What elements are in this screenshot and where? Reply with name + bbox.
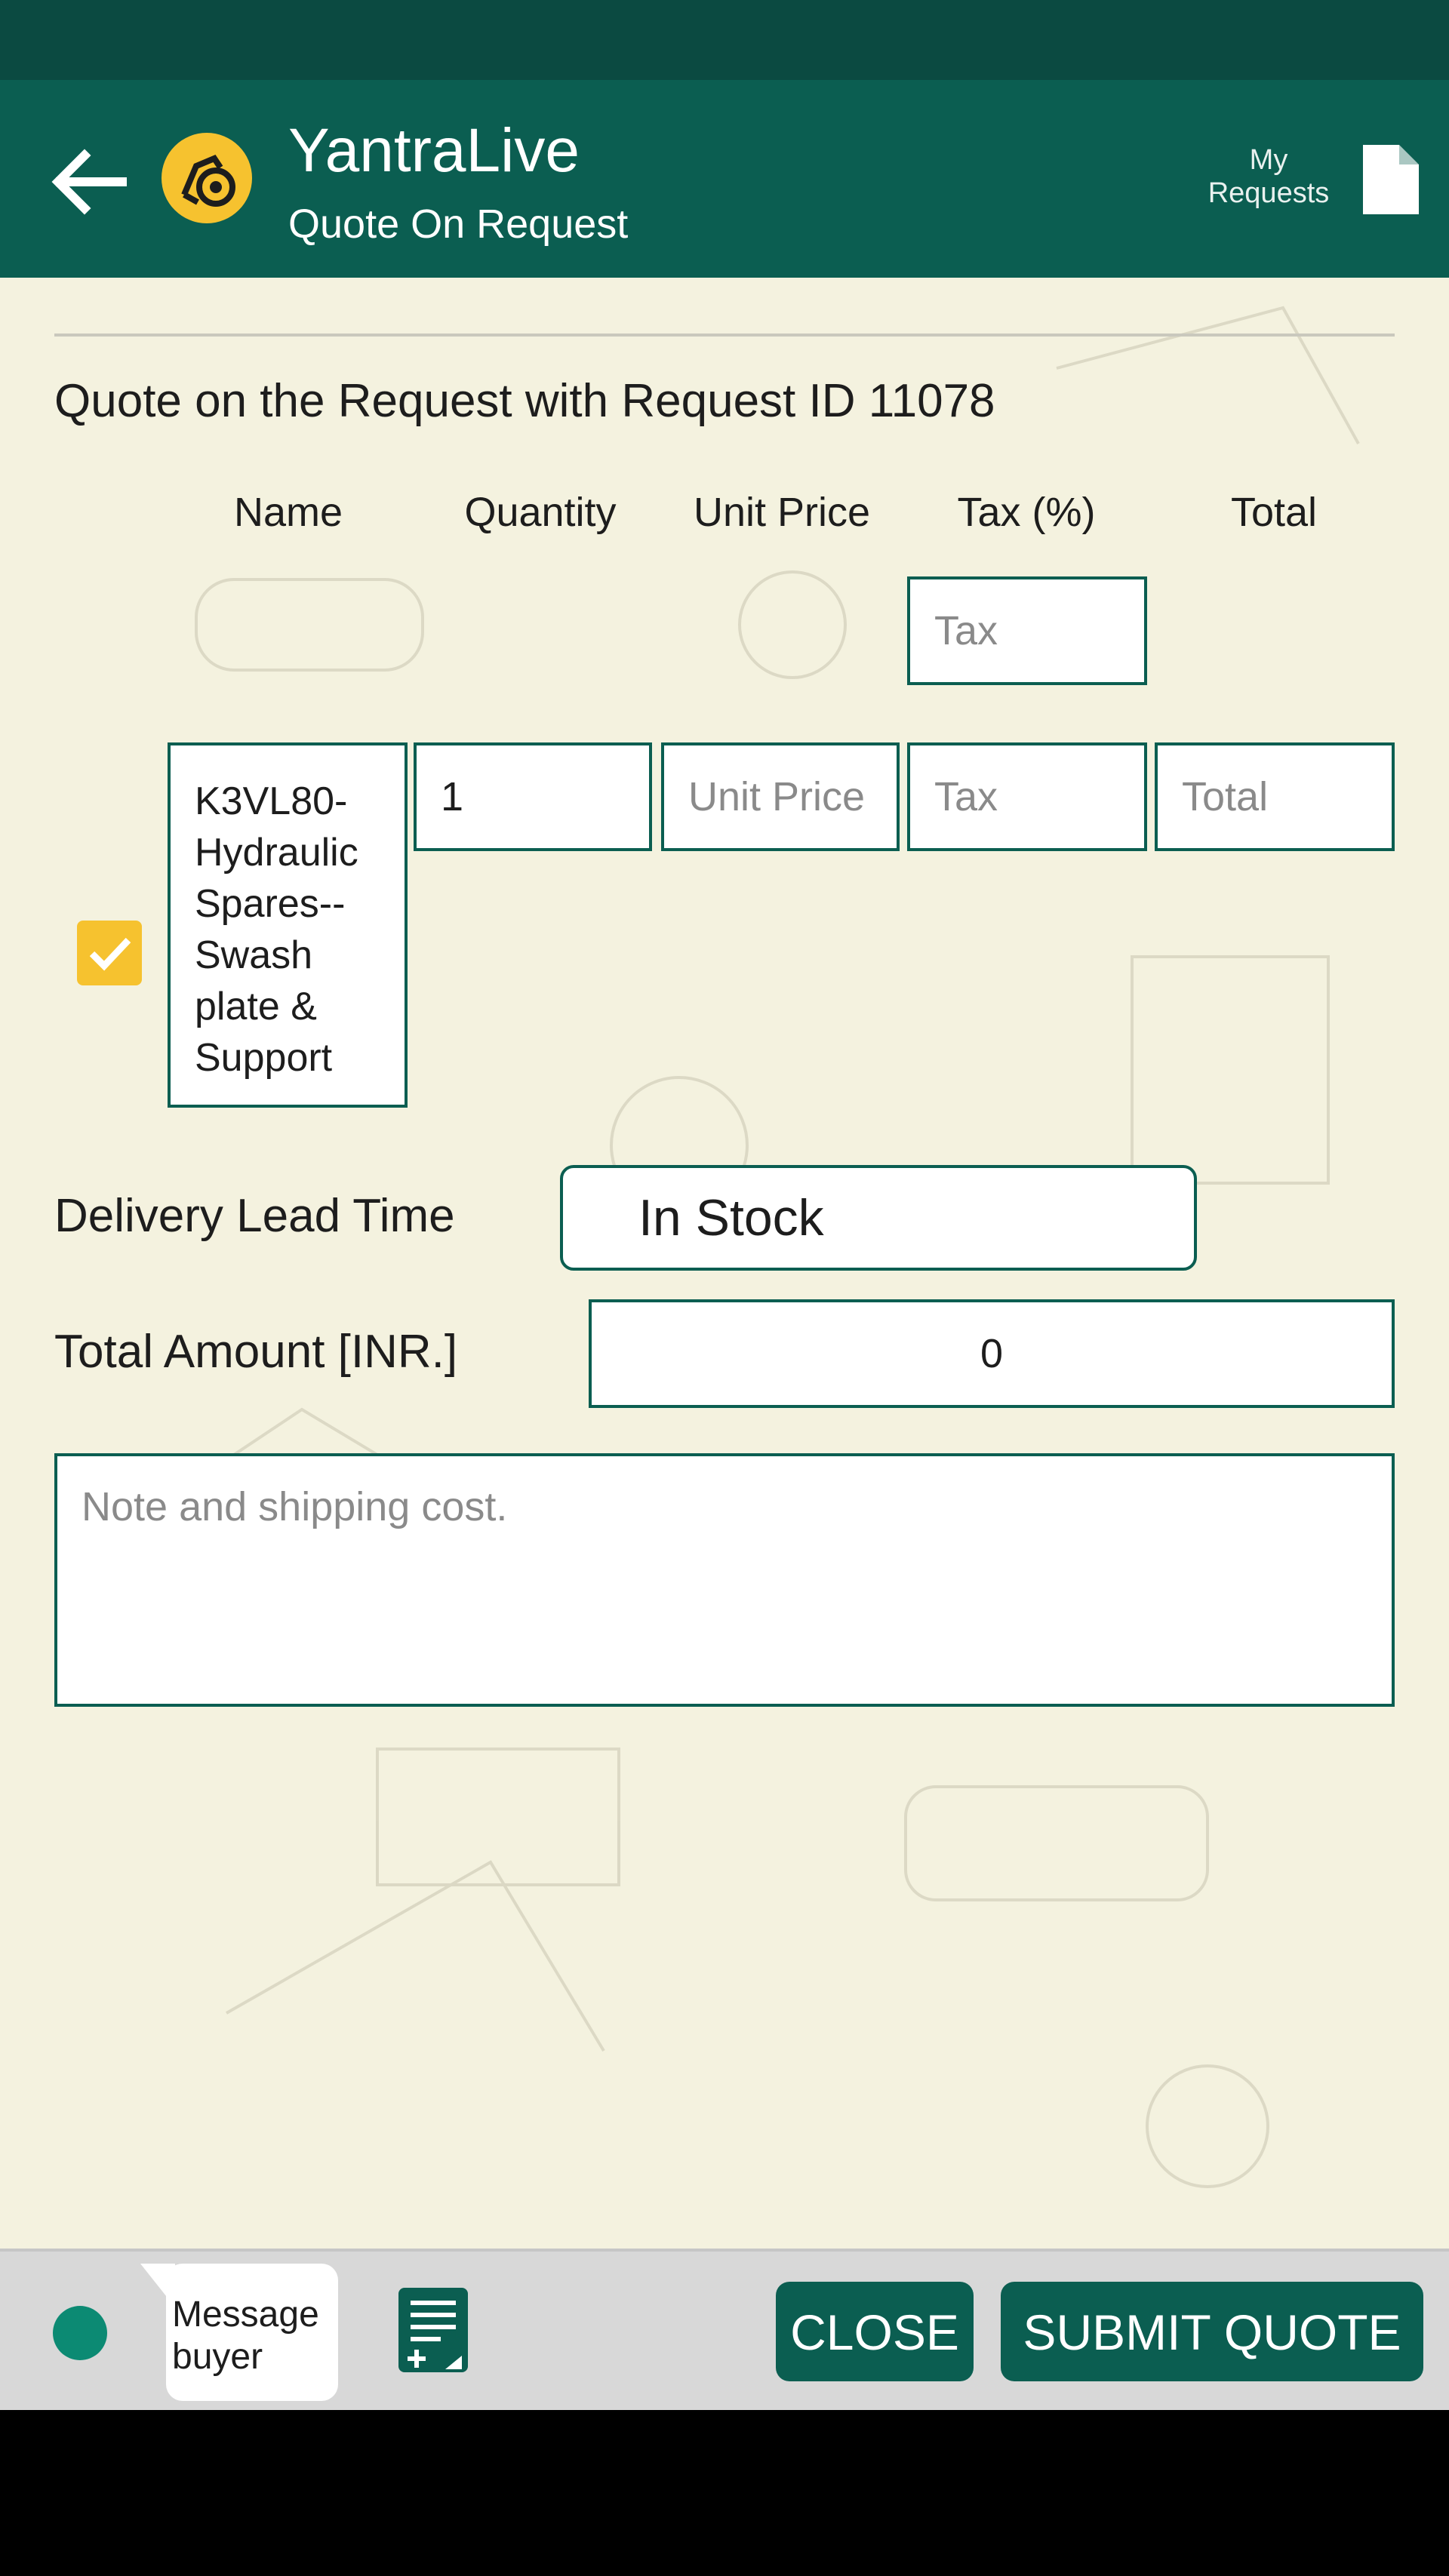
unit-price-field[interactable] [661, 742, 900, 851]
tax-field[interactable] [907, 742, 1147, 851]
total-input[interactable] [1158, 745, 1392, 848]
message-buyer-label: Message buyer [172, 2295, 319, 2377]
quote-form: Quote on the Request with Request ID 110… [0, 278, 1449, 2249]
global-tax-field[interactable] [907, 576, 1147, 685]
new-note-icon[interactable] [395, 2285, 471, 2375]
item-name-cell: K3VL80- Hydraulic Spares-- Swash plate &… [168, 742, 408, 1108]
unit-price-input[interactable] [664, 745, 897, 848]
online-status-dot [53, 2306, 107, 2360]
global-tax-input[interactable] [910, 579, 1144, 682]
delivery-lead-time-label: Delivery Lead Time [54, 1190, 455, 1242]
close-button[interactable]: CLOSE [776, 2282, 974, 2381]
note-field[interactable] [54, 1453, 1395, 1707]
bottom-action-bar: Message buyer CLOSE SUBMIT QUOTE [0, 2249, 1449, 2410]
status-bar [0, 0, 1449, 80]
back-arrow-icon[interactable] [47, 140, 130, 223]
page-subtitle: Quote On Request [288, 201, 629, 247]
quantity-field[interactable] [414, 742, 652, 851]
total-amount-label: Total Amount [INR.] [54, 1326, 458, 1378]
column-header-name: Name [233, 490, 343, 535]
app-bar: YantraLive Quote On Request My Requests [0, 80, 1449, 278]
document-icon[interactable] [1363, 145, 1419, 214]
quantity-input[interactable] [417, 745, 649, 848]
item-checkbox[interactable] [77, 921, 142, 985]
message-buyer-bubble[interactable]: Message buyer [140, 2264, 338, 2401]
delivery-lead-time-select[interactable]: In Stock [560, 1165, 1197, 1271]
column-header-total: Total [1230, 490, 1318, 535]
excavator-gear-icon [181, 155, 235, 207]
total-field[interactable] [1155, 742, 1395, 851]
app-logo [162, 133, 252, 223]
navigation-bar [0, 2410, 1449, 2576]
divider [54, 334, 1395, 337]
tax-input[interactable] [910, 745, 1144, 848]
total-amount-input [592, 1302, 1392, 1405]
request-heading: Quote on the Request with Request ID 110… [54, 375, 995, 427]
note-textarea[interactable] [57, 1456, 1392, 1704]
submit-quote-button[interactable]: SUBMIT QUOTE [1001, 2282, 1423, 2381]
my-requests-link[interactable]: My Requests [1189, 143, 1348, 210]
column-header-quantity: Quantity [464, 490, 617, 535]
app-title: YantraLive [288, 116, 580, 185]
total-amount-field [589, 1299, 1395, 1408]
column-header-unit-price: Unit Price [693, 490, 871, 535]
column-header-tax: Tax (%) [957, 490, 1096, 535]
checkmark-icon [89, 937, 131, 971]
